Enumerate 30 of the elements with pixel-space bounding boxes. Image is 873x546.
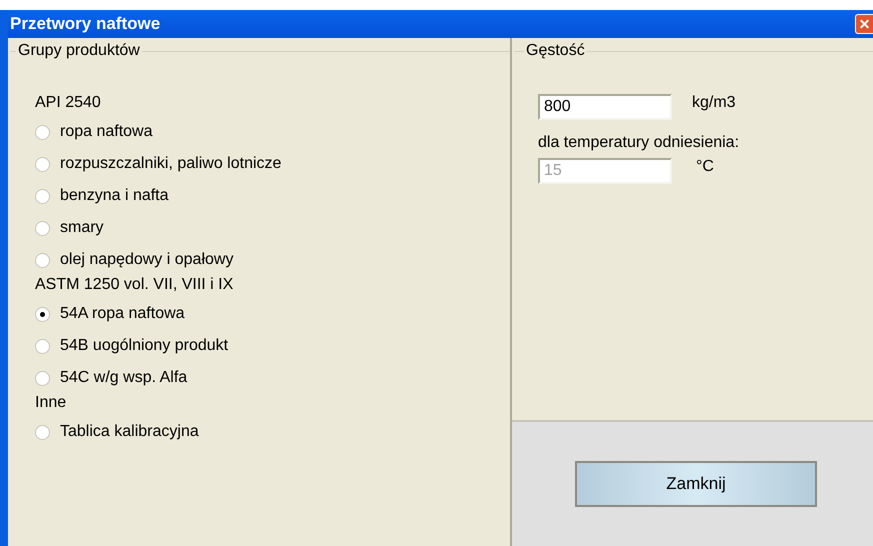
radio-icon[interactable] (35, 306, 50, 322)
close-button[interactable]: × (855, 14, 873, 34)
radio-option[interactable]: 54B uogólniony produkt (35, 330, 510, 362)
section-heading: ASTM 1250 vol. VII, VIII i IX (35, 276, 234, 294)
radio-icon[interactable] (35, 338, 50, 354)
section-heading: Inne (35, 394, 68, 412)
group-title: Grupy produktów (17, 42, 141, 60)
radio-icon[interactable] (35, 188, 50, 204)
radio-option[interactable]: olej napędowy i opałowy (35, 244, 510, 276)
radio-icon[interactable] (35, 220, 50, 236)
radio-icon[interactable] (35, 124, 50, 140)
radio-icon[interactable] (35, 424, 50, 440)
radio-option[interactable]: rozpuszczalniki, paliwo lotnicze (35, 148, 510, 180)
group-title: Gęstość (525, 42, 586, 60)
radio-option[interactable]: 54A ropa naftowa (35, 298, 510, 330)
radio-option[interactable]: smary (35, 212, 510, 244)
radio-icon[interactable] (35, 156, 50, 172)
section-heading: API 2540 (35, 94, 102, 112)
radio-option[interactable]: Tablica kalibracyjna (35, 416, 510, 448)
close-dialog-button[interactable]: Zamknij (575, 461, 817, 507)
radio-option[interactable]: 54C w/g wsp. Alfa (35, 362, 510, 394)
window-title: Przetwory naftowe (9, 14, 160, 34)
unit-label: °C (696, 158, 714, 176)
radio-icon[interactable] (35, 252, 50, 268)
radio-icon[interactable] (35, 370, 50, 386)
density-field[interactable]: 800 (538, 94, 672, 120)
radio-option[interactable]: benzyna i nafta (35, 180, 510, 212)
reference-label: dla temperatury odniesienia: (538, 134, 740, 152)
radio-option[interactable]: ropa naftowa (35, 116, 510, 148)
unit-label: kg/m3 (692, 94, 736, 112)
